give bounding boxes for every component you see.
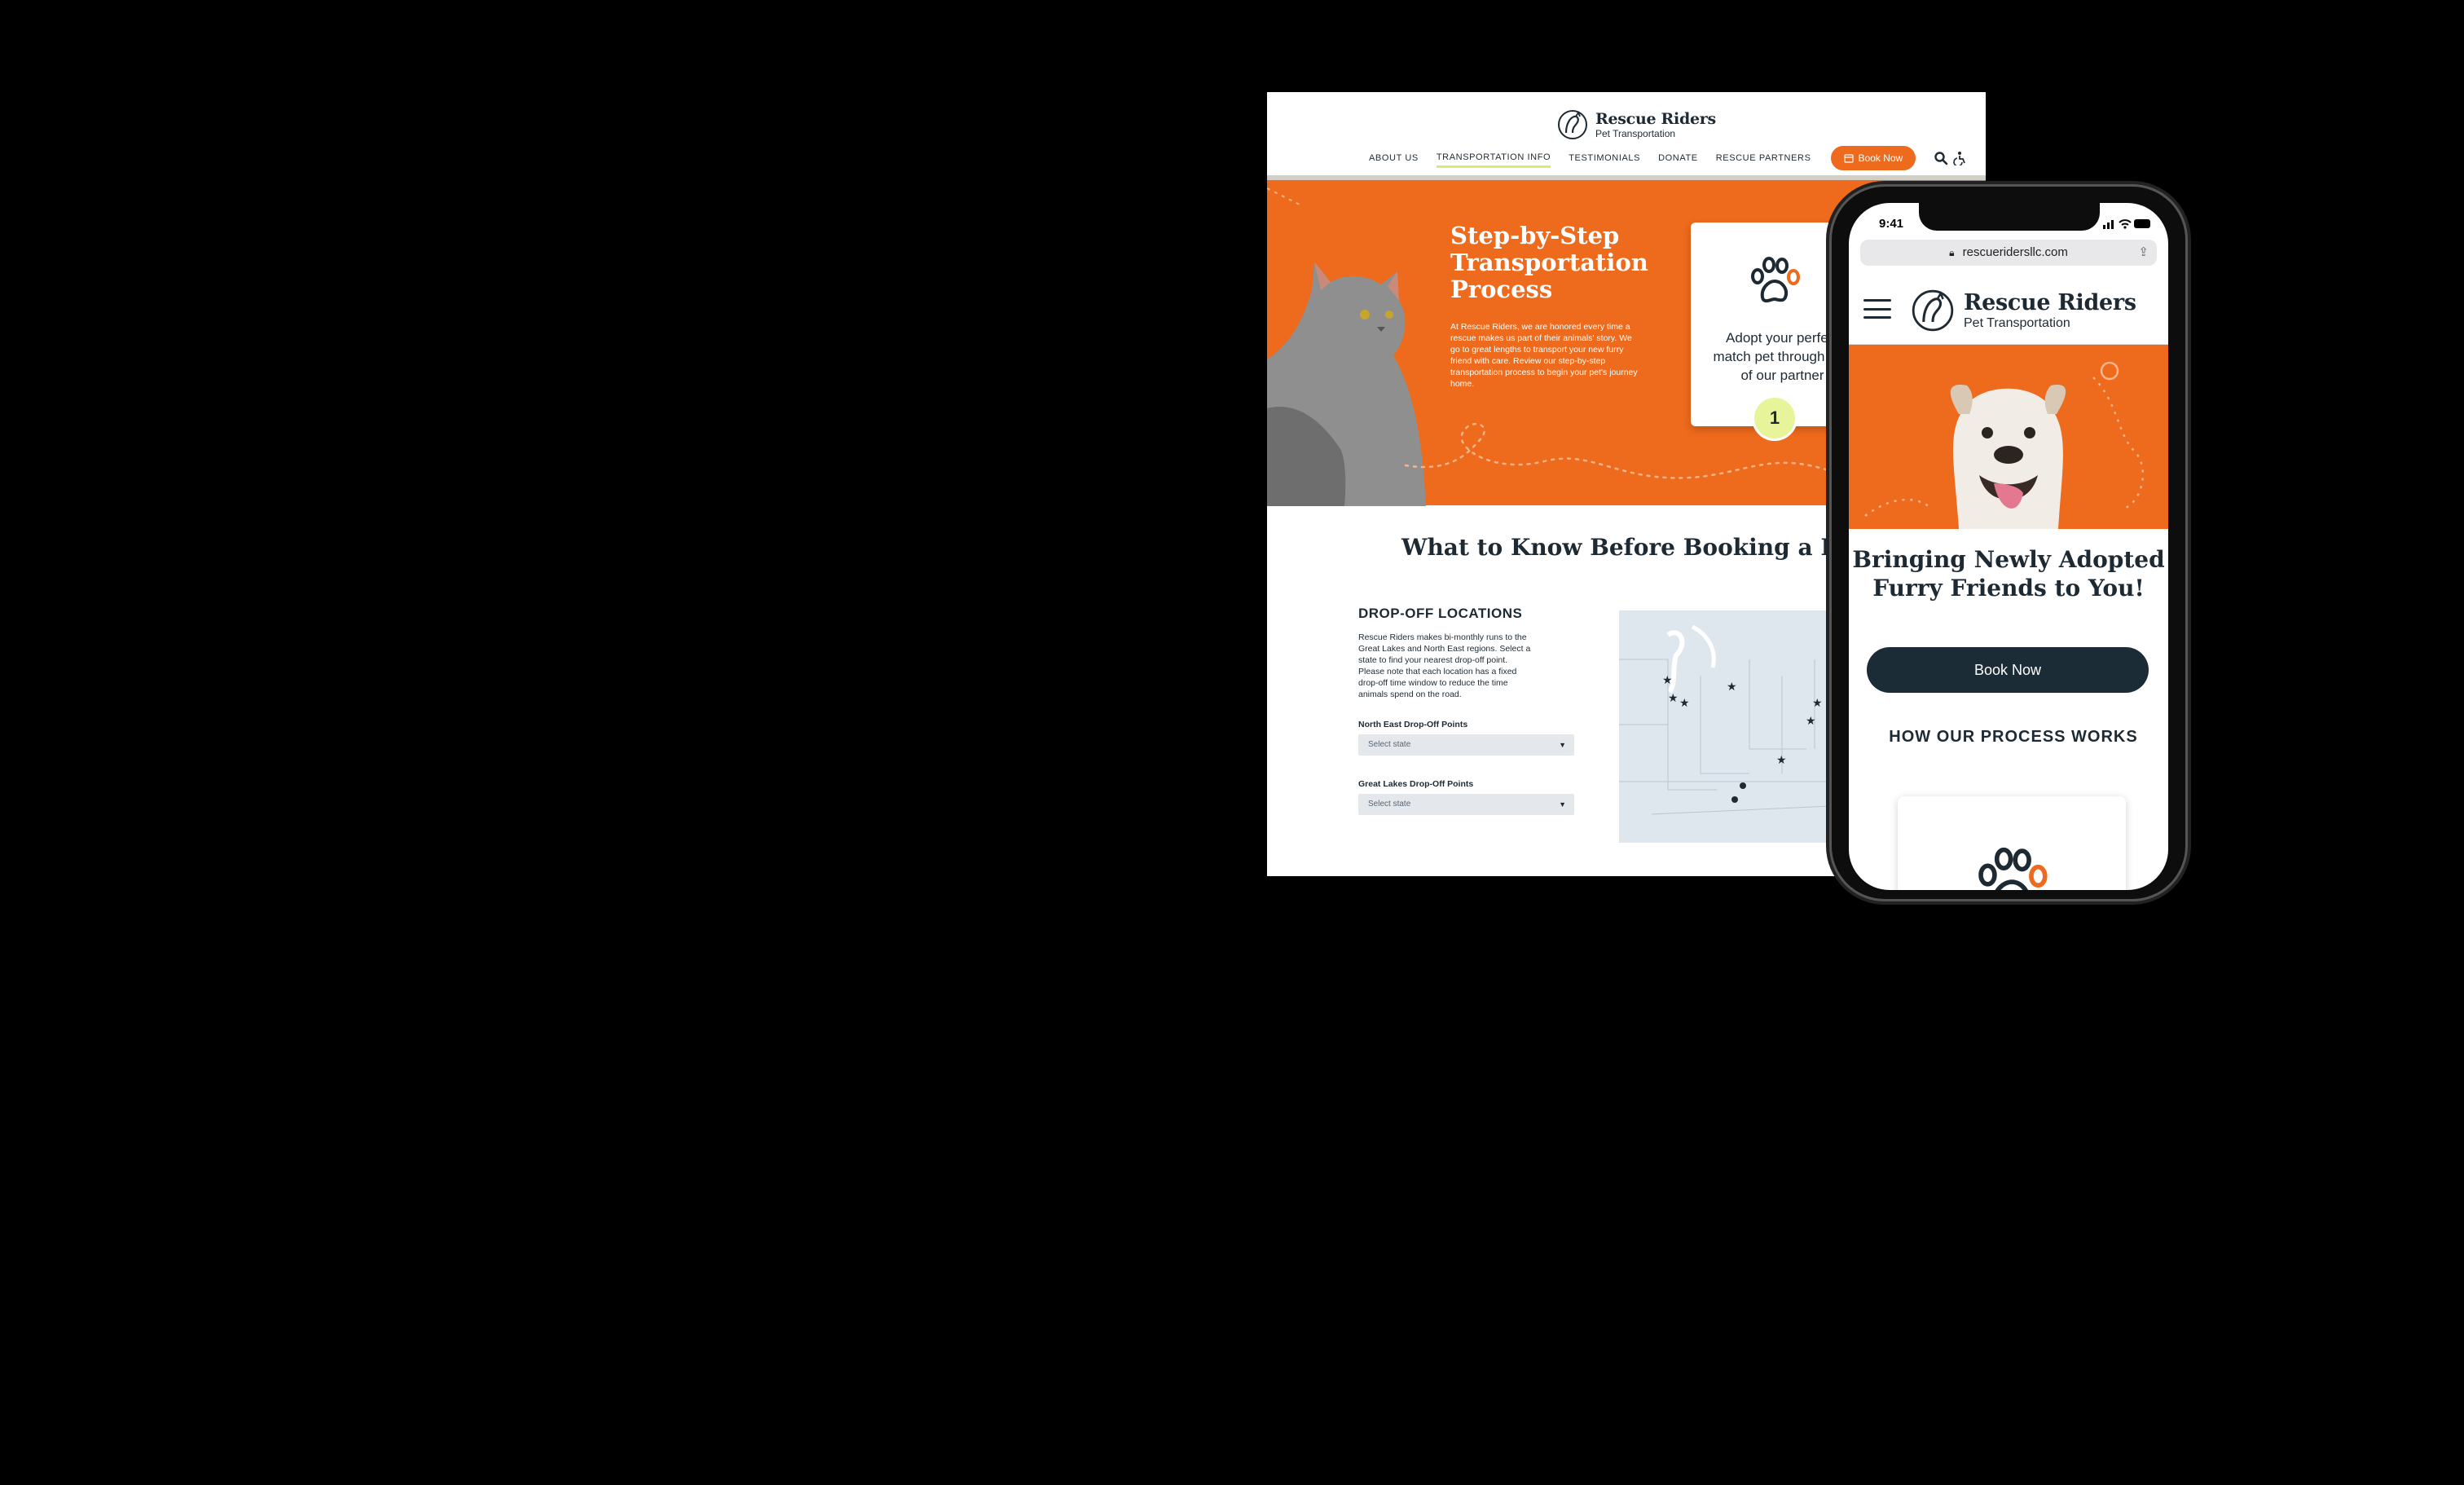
dropoff-text: Rescue Riders makes bi-monthly runs to t… xyxy=(1358,632,1531,699)
mobile-hero xyxy=(1849,345,2168,529)
dropoff-map[interactable]: ★ ★ ★ ★ ★ ★ ★ xyxy=(1619,610,1847,843)
svg-text:★: ★ xyxy=(1668,692,1679,705)
mobile-logo[interactable]: Rescue Riders Pet Transportation xyxy=(1910,288,2136,333)
nav-transportation-info[interactable]: TRANSPORTATION INFO xyxy=(1436,149,1551,168)
svg-text:★: ★ xyxy=(1776,754,1787,767)
lock-icon: 🔒︎ xyxy=(1949,247,1955,258)
greatlakes-dropoff-label: Great Lakes Drop-Off Points xyxy=(1358,779,1474,789)
northeast-select-value: Select state xyxy=(1368,740,1411,749)
desktop-header: Rescue Riders Pet Transportation ABOUT U… xyxy=(1267,92,1986,175)
nav-rescue-partners[interactable]: RESCUE PARTNERS xyxy=(1716,148,1811,169)
search-icon[interactable] xyxy=(1934,151,1948,165)
dropoff-heading: DROP-OFF LOCATIONS xyxy=(1358,606,1523,621)
mobile-hero-title: Bringing Newly Adopted Furry Friends to … xyxy=(1852,546,2165,601)
map-graphic: ★ ★ ★ ★ ★ ★ ★ xyxy=(1619,624,1847,815)
hero-title: Step-by-Step Transportation Process xyxy=(1450,222,1648,303)
section-title: What to Know Before Booking a Ride xyxy=(1401,534,1879,561)
desktop-nav: ABOUT US TRANSPORTATION INFO TESTIMONIAL… xyxy=(1369,146,1973,170)
logo-name: Rescue Riders xyxy=(1964,289,2136,315)
phone-notch xyxy=(1919,203,2100,231)
mobile-header: Rescue Riders Pet Transportation xyxy=(1849,273,2168,345)
status-icons xyxy=(2103,219,2150,229)
mobile-book-now-button[interactable]: Book Now xyxy=(1867,647,2149,693)
logo-tagline: Pet Transportation xyxy=(1964,315,2070,330)
url-text: rescueridersllc.com xyxy=(1962,245,2068,259)
phone-mockup: 9:41 🔒︎ rescueridersllc.com ⇪ Rescue Rid… xyxy=(1829,184,2188,901)
step-number-badge: 1 xyxy=(1752,395,1797,441)
nav-testimonials[interactable]: TESTIMONIALS xyxy=(1569,148,1640,169)
chevron-down-icon: ▼ xyxy=(1559,741,1566,749)
mobile-step-card xyxy=(1898,796,2126,890)
svg-text:★: ★ xyxy=(1679,697,1690,710)
process-heading: HOW OUR PROCESS WORKS xyxy=(1889,728,2138,746)
logo-name: Rescue Riders xyxy=(1595,109,1716,128)
desktop-book-now-button[interactable]: Book Now xyxy=(1830,146,1916,170)
svg-text:★: ★ xyxy=(1812,697,1823,710)
svg-text:★: ★ xyxy=(1662,674,1673,687)
paw-icon xyxy=(1978,847,2048,890)
paw-icon xyxy=(1751,257,1800,303)
greatlakes-state-select[interactable]: Select state ▼ xyxy=(1358,794,1574,815)
hero-text: At Rescue Riders, we are honored every t… xyxy=(1450,322,1638,389)
bulldog-image xyxy=(1864,361,2145,529)
svg-text:★: ★ xyxy=(1727,681,1737,694)
desktop-book-now-label: Book Now xyxy=(1858,152,1903,164)
logo-icon xyxy=(1912,289,1954,332)
northeast-state-select[interactable]: Select state ▼ xyxy=(1358,734,1574,756)
logo-icon xyxy=(1558,110,1587,139)
nav-about-us[interactable]: ABOUT US xyxy=(1369,148,1419,169)
share-icon[interactable]: ⇪ xyxy=(2138,240,2149,266)
calendar-icon xyxy=(1843,154,1854,163)
northeast-dropoff-label: North East Drop-Off Points xyxy=(1358,720,1468,729)
greatlakes-select-value: Select state xyxy=(1368,800,1411,809)
menu-icon[interactable] xyxy=(1863,299,1891,319)
accessibility-icon[interactable] xyxy=(1953,151,1968,165)
status-time: 9:41 xyxy=(1879,217,1904,231)
desktop-logo[interactable]: Rescue Riders Pet Transportation xyxy=(1556,108,1716,141)
nav-donate[interactable]: DONATE xyxy=(1658,148,1698,169)
url-bar[interactable]: 🔒︎ rescueridersllc.com ⇪ xyxy=(1860,240,2157,266)
chevron-down-icon: ▼ xyxy=(1559,800,1566,809)
phone-screen: 9:41 🔒︎ rescueridersllc.com ⇪ Rescue Rid… xyxy=(1849,203,2168,890)
logo-tagline: Pet Transportation xyxy=(1595,127,1676,139)
svg-text:★: ★ xyxy=(1806,715,1816,728)
